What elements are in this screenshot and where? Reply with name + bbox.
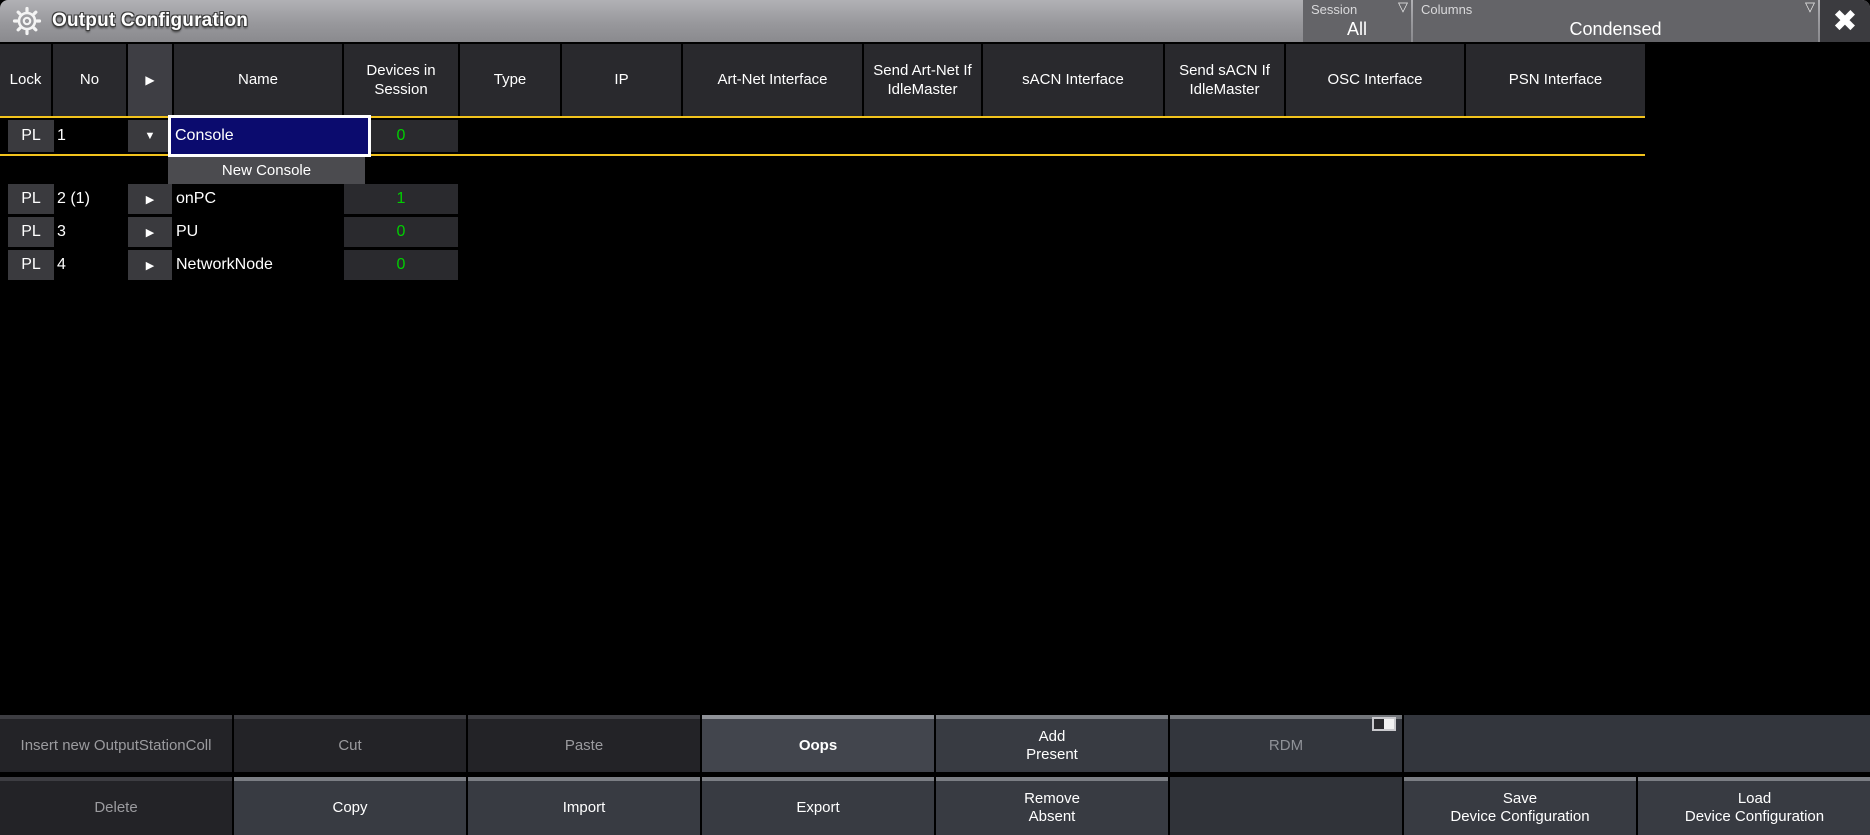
columns-dropdown[interactable]: Columns ▽ Condensed (1413, 0, 1818, 42)
columns-dropdown-value: Condensed (1413, 19, 1818, 40)
expand-arrow-icon[interactable]: ▶ (128, 250, 172, 280)
import-button[interactable]: Import (468, 777, 700, 835)
cut-button[interactable]: Cut (234, 715, 466, 772)
add-present-button[interactable]: Add Present (936, 715, 1168, 772)
gear-icon (12, 6, 42, 36)
columns-dropdown-label: Columns (1421, 2, 1472, 17)
column-header-no[interactable]: No (53, 44, 126, 117)
dropdown-triangle-icon: ▽ (1805, 0, 1815, 15)
column-header-type[interactable]: Type (460, 44, 560, 117)
dropdown-triangle-icon: ▽ (1398, 0, 1408, 15)
empty-button-slot (1404, 715, 1870, 772)
devices-in-session-cell[interactable]: 0 (344, 217, 458, 247)
column-header-artnet-interface[interactable]: Art-Net Interface (683, 44, 862, 117)
expand-arrow-icon[interactable]: ▶ (128, 184, 172, 214)
lock-cell[interactable]: PL (8, 217, 54, 247)
session-dropdown-label: Session (1311, 2, 1357, 17)
no-cell[interactable]: 2 (1) (57, 184, 90, 214)
column-header-send-sacn[interactable]: Send sACN If IdleMaster (1165, 44, 1284, 117)
devices-in-session-cell[interactable]: 0 (344, 250, 458, 280)
insert-new-button[interactable]: Insert new OutputStationColl (0, 715, 232, 772)
window-title: Output Configuration (52, 0, 248, 42)
column-header-send-artnet[interactable]: Send Art-Net If IdleMaster (864, 44, 981, 117)
session-dropdown-value: All (1303, 19, 1411, 40)
lock-cell[interactable]: PL (8, 250, 54, 280)
name-cell[interactable]: onPC (176, 184, 216, 214)
delete-button[interactable]: Delete (0, 777, 232, 835)
lock-cell[interactable]: PL (8, 184, 54, 214)
column-header-ip[interactable]: IP (562, 44, 681, 117)
column-header-lock[interactable]: Lock (0, 44, 51, 117)
oops-button[interactable]: Oops (702, 715, 934, 772)
lock-cell[interactable]: PL (8, 120, 54, 152)
save-device-configuration-button[interactable]: Save Device Configuration (1404, 777, 1636, 835)
remove-absent-button[interactable]: Remove Absent (936, 777, 1168, 835)
session-dropdown[interactable]: Session ▽ All (1303, 0, 1411, 42)
copy-button[interactable]: Copy (234, 777, 466, 835)
column-header-osc-interface[interactable]: OSC Interface (1286, 44, 1464, 117)
name-edit-field[interactable]: Console (168, 115, 371, 157)
column-header-name[interactable]: Name (174, 44, 342, 117)
rdm-button[interactable]: RDM (1170, 715, 1402, 772)
titlebar: Output Configuration Session ▽ All Colum… (0, 0, 1870, 42)
name-cell[interactable]: PU (176, 217, 198, 247)
no-cell[interactable]: 4 (57, 250, 66, 280)
empty-button-slot (1170, 777, 1402, 835)
column-header-sacn-interface[interactable]: sACN Interface (983, 44, 1163, 117)
load-device-configuration-button[interactable]: Load Device Configuration (1638, 777, 1870, 835)
export-button[interactable]: Export (702, 777, 934, 835)
devices-in-session-cell[interactable]: 1 (344, 184, 458, 214)
no-cell[interactable]: 1 (57, 120, 66, 152)
name-cell[interactable]: NetworkNode (176, 250, 273, 280)
expand-arrow-icon[interactable]: ▶ (128, 217, 172, 247)
name-suggestion-item[interactable]: New Console (168, 157, 365, 184)
collapse-arrow-icon[interactable]: ▼ (128, 120, 172, 152)
swipe-indicator-icon (1372, 717, 1396, 731)
close-icon[interactable]: ✖ (1820, 0, 1870, 42)
column-header-psn-interface[interactable]: PSN Interface (1466, 44, 1645, 117)
no-cell[interactable]: 3 (57, 217, 66, 247)
paste-button[interactable]: Paste (468, 715, 700, 772)
column-header-devices-in-session[interactable]: Devices in Session (344, 44, 458, 117)
column-header-expander-icon[interactable]: ▶ (128, 44, 172, 117)
